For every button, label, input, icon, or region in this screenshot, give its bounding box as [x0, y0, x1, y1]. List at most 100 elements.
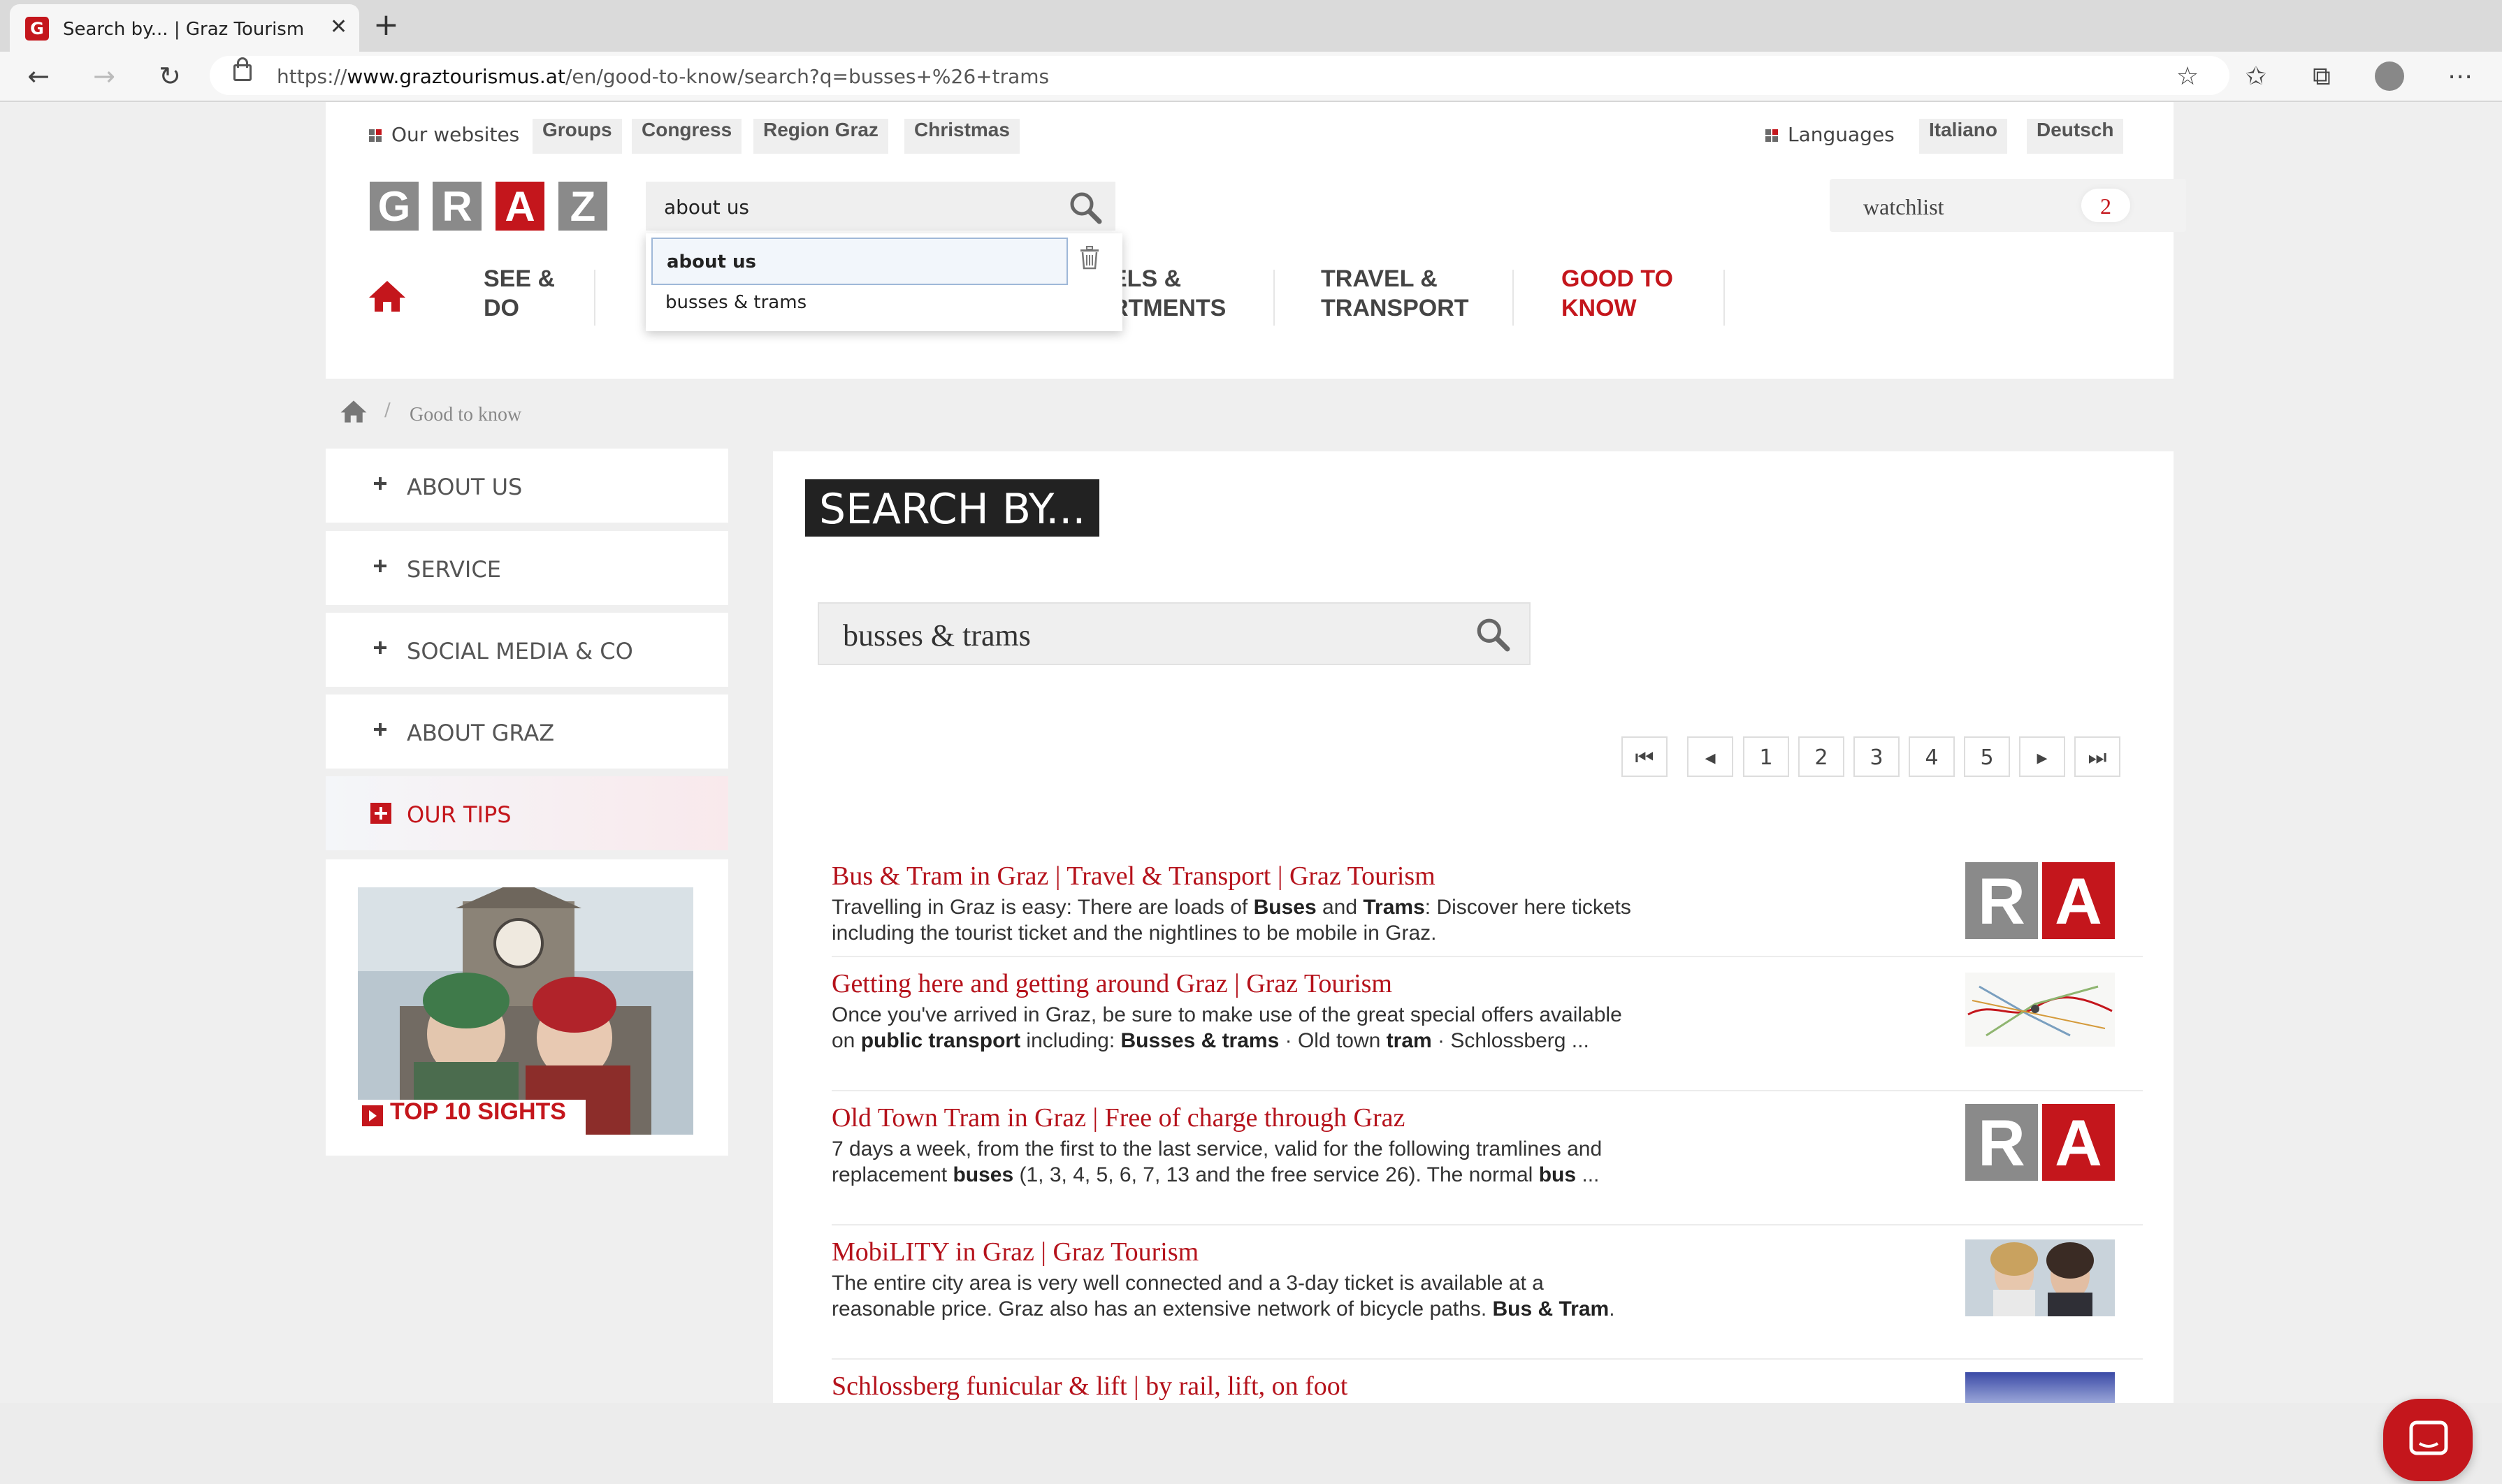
language-deutsch[interactable]: Deutsch	[2027, 119, 2124, 154]
logo-letter: R	[1965, 862, 2038, 939]
forward-icon[interactable]: →	[87, 59, 122, 94]
logo-letter: R	[1965, 1104, 2038, 1181]
watchlist-label: watchlist	[1863, 194, 1944, 219]
tip-label[interactable]: TOP 10 SIGHTS	[390, 1098, 566, 1126]
main-search	[818, 602, 1531, 665]
browser-tab[interactable]: G Search by... | Graz Tourism ✕	[10, 4, 359, 52]
last-page-icon[interactable]: ⏭	[2074, 736, 2120, 777]
result-title-link[interactable]: MobiLITY in Graz | Graz Tourism	[832, 1237, 1635, 1267]
nav-divider	[1723, 270, 1725, 326]
header-search-input[interactable]	[664, 196, 1055, 219]
next-page-icon[interactable]: ▸	[2019, 736, 2065, 777]
nav-see-and-do[interactable]: SEE & DO	[484, 264, 555, 323]
result-thumbnail-photo[interactable]	[1965, 1239, 2115, 1316]
grid-icon	[369, 129, 382, 142]
reload-icon[interactable]: ↻	[152, 59, 187, 94]
nav-divider	[594, 270, 595, 326]
plus-icon	[372, 721, 389, 738]
page-4-button[interactable]: 4	[1909, 736, 1955, 777]
nav-divider	[1273, 270, 1275, 326]
search-suggestions: about us busses & trams	[646, 233, 1122, 331]
suggestion-item[interactable]: about us	[651, 238, 1068, 285]
sidebar-item-label: ABOUT GRAZ	[407, 720, 555, 746]
home-icon[interactable]	[368, 279, 407, 313]
result-item: MobiLITY in Graz | Graz Tourism The enti…	[832, 1237, 1635, 1322]
first-page-icon[interactable]: ⏮	[1621, 736, 1668, 777]
page-5-button[interactable]: 5	[1964, 736, 2010, 777]
tip-image	[358, 887, 693, 1135]
nav-hotels-apartments[interactable]: ELS & RTMENTS	[1111, 264, 1226, 323]
result-thumbnail-map[interactable]	[1965, 973, 2115, 1047]
languages-label: Languages	[1765, 123, 1895, 146]
result-thumbnail-photo[interactable]	[1965, 1372, 2115, 1403]
search-icon[interactable]	[1068, 190, 1103, 225]
address-bar[interactable]: https://www.graztourismus.at/en/good-to-…	[210, 56, 2229, 95]
nav-travel-transport[interactable]: TRAVEL & TRANSPORT	[1321, 264, 1469, 323]
new-tab-button[interactable]: +	[373, 10, 399, 41]
plus-box-icon	[370, 803, 391, 824]
website-link-groups[interactable]: Groups	[533, 119, 622, 154]
collections-icon[interactable]: ⧉	[2306, 61, 2337, 92]
breadcrumb-home-icon[interactable]	[340, 400, 368, 423]
tab-strip: G Search by... | Graz Tourism ✕ +	[0, 0, 2502, 52]
result-item: Old Town Tram in Graz | Free of charge t…	[832, 1103, 1635, 1188]
search-icon[interactable]	[1475, 616, 1511, 653]
page-1-button[interactable]: 1	[1743, 736, 1789, 777]
sidebar-item-about-graz[interactable]: ABOUT GRAZ	[326, 694, 728, 769]
breadcrumb-current[interactable]: Good to know	[410, 404, 521, 426]
sidebar-item-service[interactable]: SERVICE	[326, 531, 728, 605]
page-title: SEARCH BY...	[805, 479, 1100, 537]
search-results-panel: SEARCH BY... ⏮ ◂ 1 2 3 4 5 ▸ ⏭ Bus & Tra…	[773, 451, 2174, 1403]
sidebar-item-social-media[interactable]: SOCIAL MEDIA & CO	[326, 613, 728, 687]
plus-icon	[372, 475, 389, 492]
language-italiano[interactable]: Italiano	[1919, 119, 2008, 154]
result-thumbnail[interactable]: R A	[1965, 862, 2115, 939]
website-link-congress[interactable]: Congress	[632, 119, 742, 154]
browser-toolbar: ← → ↻ https://www.graztourismus.at/en/go…	[0, 52, 2502, 102]
add-favorite-icon[interactable]: ☆	[2172, 61, 2203, 92]
arrow-right-icon	[362, 1105, 383, 1126]
trash-icon[interactable]	[1079, 246, 1100, 270]
watchlist-button[interactable]: watchlist 2	[1830, 179, 2186, 232]
chat-icon	[2409, 1420, 2448, 1455]
logo-letter: G	[370, 182, 419, 231]
breadcrumb-separator: /	[384, 400, 391, 421]
logo-letter: A	[2042, 1104, 2115, 1181]
website-link-christmas[interactable]: Christmas	[904, 119, 1020, 154]
nav-good-to-know[interactable]: GOOD TO KNOW	[1561, 264, 1673, 323]
sidebar-item-label: SOCIAL MEDIA & CO	[407, 638, 633, 664]
main-search-input[interactable]	[843, 618, 1458, 653]
result-thumbnail[interactable]: R A	[1965, 1104, 2115, 1181]
more-options-icon[interactable]: ⋯	[2445, 61, 2475, 92]
result-snippet: 7 days a week, from the first to the las…	[832, 1137, 1603, 1186]
page-2-button[interactable]: 2	[1798, 736, 1844, 777]
result-title-link[interactable]: Getting here and getting around Graz | G…	[832, 968, 1635, 999]
favorites-icon[interactable]: ✩	[2241, 61, 2271, 92]
website-link-region-graz[interactable]: Region Graz	[753, 119, 888, 154]
result-title-link[interactable]: Schlossberg funicular & lift | by rail, …	[832, 1371, 1347, 1402]
sidebar-item-our-tips[interactable]: OUR TIPS	[326, 776, 728, 850]
suggestion-item[interactable]: busses & trams	[665, 292, 807, 313]
close-tab-icon[interactable]: ✕	[330, 15, 347, 39]
result-title-link[interactable]: Bus & Tram in Graz | Travel & Transport …	[832, 861, 1635, 892]
url-text: https://www.graztourismus.at/en/good-to-…	[277, 65, 1050, 88]
plus-icon	[372, 639, 389, 656]
result-title-link[interactable]: Old Town Tram in Graz | Free of charge t…	[832, 1103, 1635, 1133]
page-3-button[interactable]: 3	[1853, 736, 1900, 777]
sidebar-item-about-us[interactable]: ABOUT US	[326, 449, 728, 523]
tab-title: Search by... | Graz Tourism	[63, 19, 305, 40]
prev-page-icon[interactable]: ◂	[1687, 736, 1733, 777]
back-icon[interactable]: ←	[21, 59, 56, 94]
tip-card[interactable]: TOP 10 SIGHTS	[326, 859, 728, 1156]
logo-letter: A	[2042, 862, 2115, 939]
result-item: Getting here and getting around Graz | G…	[832, 968, 1635, 1054]
header-search	[646, 182, 1115, 231]
result-item: Bus & Tram in Graz | Travel & Transport …	[832, 861, 1635, 946]
chat-button[interactable]	[2383, 1399, 2473, 1481]
favicon-icon: G	[25, 17, 49, 41]
sidebar-item-label: OUR TIPS	[407, 801, 512, 828]
profile-avatar-icon[interactable]	[2375, 61, 2406, 92]
result-snippet: Once you've arrived in Graz, be sure to …	[832, 1003, 1622, 1052]
lock-icon	[233, 57, 252, 81]
watchlist-count-badge: 2	[2081, 189, 2130, 222]
